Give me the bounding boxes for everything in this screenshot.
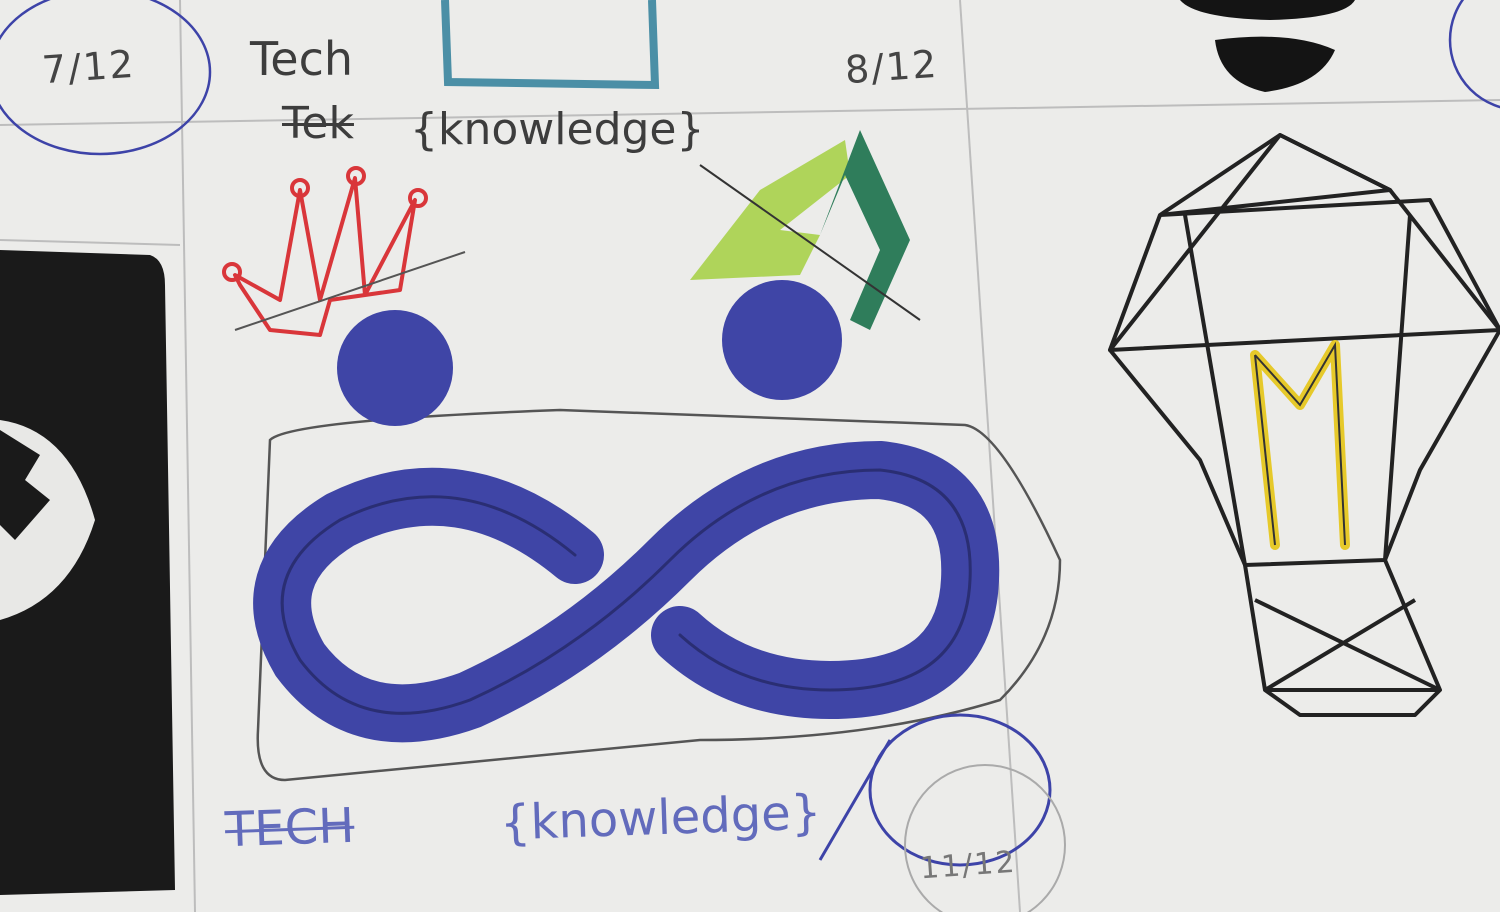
date-label-mid: 8/12: [843, 41, 940, 93]
sketch-title: Tech: [250, 32, 354, 86]
sketchbook-page: [0, 0, 1500, 912]
bottom-strike-mark: [818, 739, 892, 861]
date-circle-right: [1448, 0, 1500, 109]
left-head-circle: [337, 310, 453, 426]
black-bulb-top: [1180, 0, 1355, 92]
lightbulb-sketch: [1108, 133, 1500, 717]
right-head-circle: [722, 280, 842, 400]
bottom-circle-blue: [868, 713, 1052, 867]
bottom-struck-text: TECH: [224, 797, 356, 859]
sketch-subtitle: {knowledge}: [410, 104, 705, 155]
crown-strike-line: [234, 251, 466, 331]
infinity-symbol: [253, 440, 1000, 743]
black-sketch-block: [0, 250, 175, 895]
bulb-filament-m: [1250, 340, 1350, 550]
bottom-text: {knowledge}: [499, 784, 823, 852]
bottom-circle-gray: [904, 764, 1066, 912]
square-sketch: [441, 0, 660, 90]
date-label-bottom: 11/12: [918, 844, 1018, 887]
sketch-struck-word: Tek: [282, 98, 354, 149]
crown-sketch: [222, 166, 428, 337]
date-label-left: 7/12: [40, 41, 137, 93]
